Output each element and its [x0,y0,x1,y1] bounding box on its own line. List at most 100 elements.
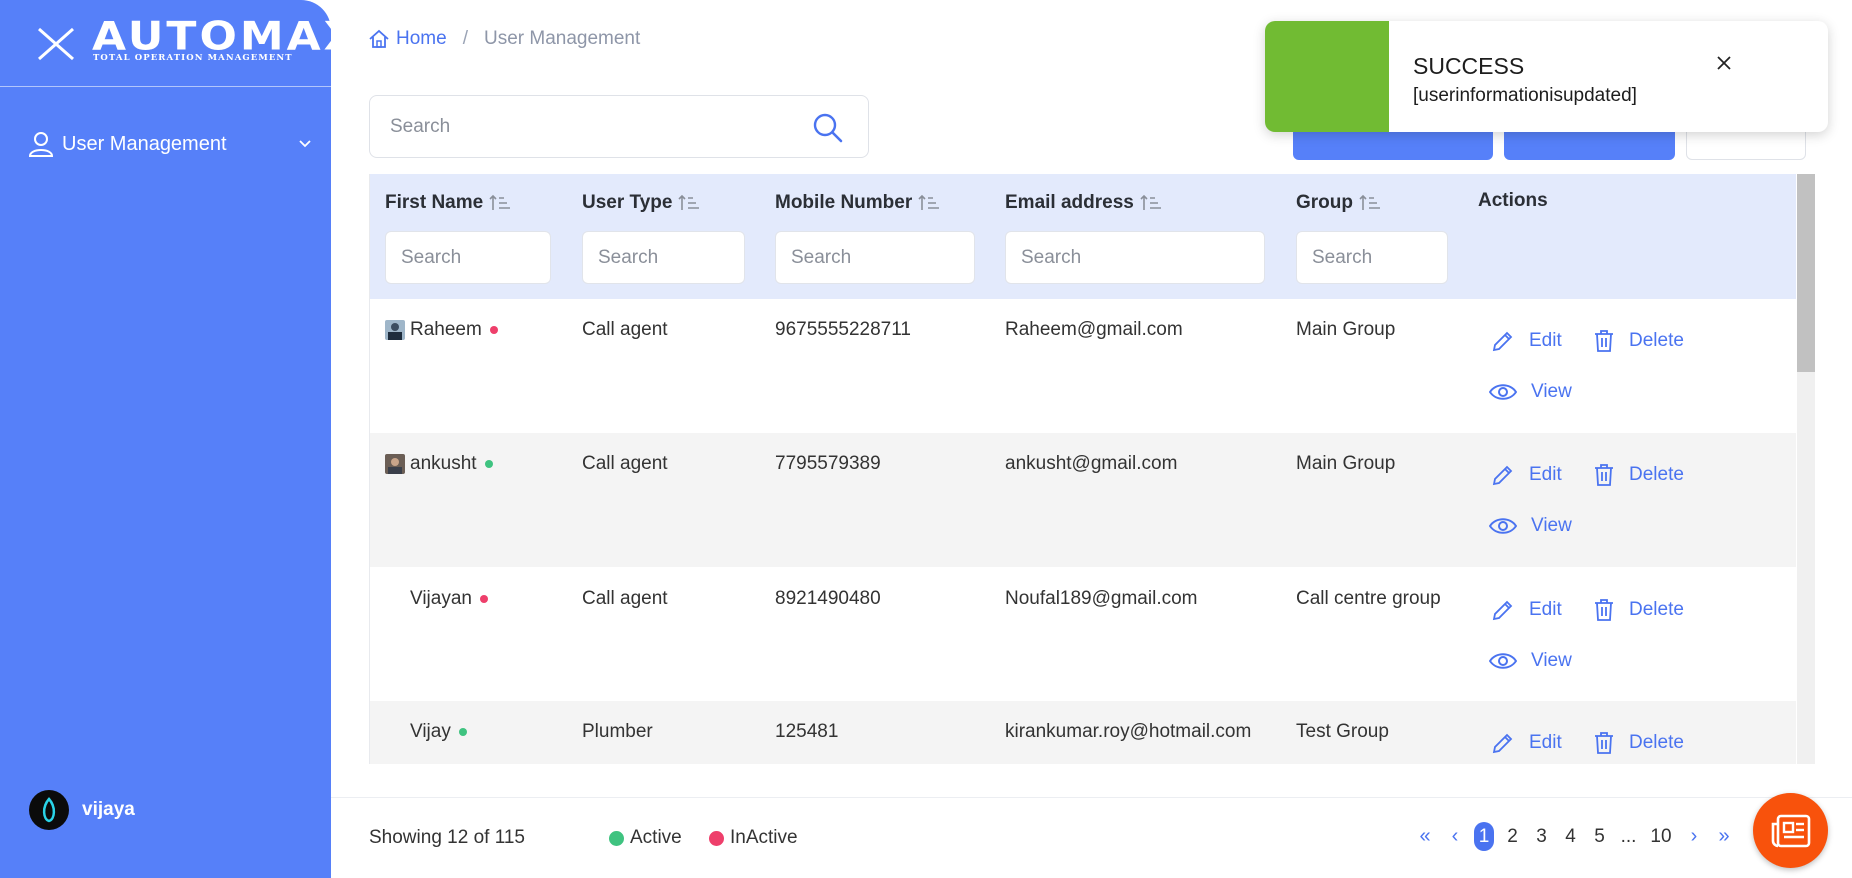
user-type-cell: Call agent [582,588,668,609]
toast-message: [userinformationisupdated] [1413,85,1637,106]
view-label: View [1531,650,1572,671]
column-header-first-name[interactable]: First Name [385,192,511,214]
user-thumbnail [385,320,405,340]
user-thumbnail [385,454,405,474]
news-fab-button[interactable] [1753,793,1828,868]
inactive-status-dot [489,326,498,334]
column-header-email[interactable]: Email address [1005,192,1162,214]
first-name-cell: Vijay [410,721,467,743]
close-sidebar-icon[interactable] [36,26,76,62]
user-type-filter-input[interactable] [582,231,745,284]
edit-button[interactable]: Edit [1491,463,1562,487]
user-type-cell: Call agent [582,319,668,340]
column-header-group[interactable]: Group [1296,192,1381,214]
scrollbar-thumb[interactable] [1797,174,1815,372]
first-name-filter-input[interactable] [385,231,551,284]
delete-button[interactable]: Delete [1593,463,1684,487]
toast-title: SUCCESS [1413,53,1525,79]
page-4[interactable]: 4 [1556,826,1585,848]
legend-active: Active [609,827,682,849]
view-button[interactable]: View [1489,381,1572,403]
page-10[interactable]: 10 [1643,826,1679,848]
first-name-cell: ankusht [385,453,493,475]
column-label: Actions [1478,190,1548,211]
edit-label: Edit [1529,464,1562,485]
logo: AUTOMAX [92,13,361,60]
delete-label: Delete [1629,599,1684,620]
search-icon[interactable] [812,112,844,144]
sort-icon[interactable] [918,194,940,212]
email-filter-input[interactable] [1005,231,1265,284]
view-label: View [1531,381,1572,402]
first-name: Vijayan [410,588,472,609]
page-5[interactable]: 5 [1585,826,1614,848]
breadcrumb-home[interactable]: Home [368,28,447,50]
pencil-icon [1492,331,1513,352]
inactive-legend-dot [709,830,724,846]
pencil-icon [1492,733,1513,754]
group-cell: Main Group [1296,453,1396,474]
current-user[interactable]: vijaya [29,790,135,830]
next-page-button[interactable]: › [1679,825,1709,848]
delete-label: Delete [1629,464,1684,485]
legend-active-label: Active [630,827,682,848]
breadcrumb: Home / User Management [368,28,640,50]
user-type-cell: Plumber [582,721,653,742]
page-ellipsis: ... [1620,825,1637,847]
edit-label: Edit [1529,732,1562,753]
toast-status-bar [1265,21,1389,132]
column-label: First Name [385,192,484,213]
table-row: Raheem Call agent 9675555228711 Raheem@g… [370,299,1796,433]
edit-button[interactable]: Edit [1491,329,1562,353]
close-icon[interactable] [1712,51,1736,75]
pagination: « ‹ 1 2 3 4 5 ... 10 › » [1410,822,1739,851]
table-scrollbar[interactable] [1797,174,1815,764]
email-cell: kirankumar.roy@hotmail.com [1005,721,1252,742]
prev-page-button[interactable]: ‹ [1440,825,1470,848]
column-header-mobile-number[interactable]: Mobile Number [775,192,940,214]
home-icon [369,29,389,48]
pencil-icon [1492,465,1513,486]
edit-button[interactable]: Edit [1491,598,1562,622]
delete-button[interactable]: Delete [1593,329,1684,353]
group-cell: Call centre group [1296,588,1441,609]
page-3[interactable]: 3 [1527,826,1556,848]
legend-inactive: InActive [709,827,798,849]
sort-icon[interactable] [489,194,511,212]
sidebar-item-user-management[interactable]: User Management [28,128,318,160]
logo-bar: AUTOMAX TOTAL OPERATION MANAGEMENT [0,0,358,87]
chevron-down-icon [299,140,311,148]
group-cell: Main Group [1296,319,1396,340]
email-cell: Noufal189@gmail.com [1005,588,1198,609]
first-name-cell: Vijayan [410,588,488,610]
sort-icon[interactable] [1140,194,1162,212]
user-icon [28,132,54,157]
column-header-user-type[interactable]: User Type [582,192,700,214]
view-button[interactable]: View [1489,650,1572,672]
search-input[interactable] [390,115,790,138]
view-button[interactable]: View [1489,515,1572,537]
email-cell: ankusht@gmail.com [1005,453,1178,474]
user-name: vijaya [82,799,135,820]
delete-label: Delete [1629,732,1684,753]
page-1[interactable]: 1 [1474,822,1494,851]
trash-icon [1595,732,1613,754]
trash-icon [1595,330,1613,352]
sort-icon[interactable] [678,194,700,212]
group-filter-input[interactable] [1296,231,1448,284]
sort-icon[interactable] [1359,194,1381,212]
edit-button[interactable]: Edit [1491,731,1562,755]
active-status-dot [458,728,467,736]
page-2[interactable]: 2 [1498,826,1527,848]
group-cell: Test Group [1296,721,1389,742]
delete-button[interactable]: Delete [1593,731,1684,755]
edit-label: Edit [1529,599,1562,620]
mobile-filter-input[interactable] [775,231,975,284]
last-page-button[interactable]: » [1709,825,1739,848]
newspaper-icon [1771,814,1810,847]
first-page-button[interactable]: « [1410,825,1440,848]
logo-subtitle: TOTAL OPERATION MANAGEMENT [93,53,293,63]
column-label: Mobile Number [775,192,913,213]
delete-button[interactable]: Delete [1593,598,1684,622]
mobile-cell: 9675555228711 [775,319,911,340]
